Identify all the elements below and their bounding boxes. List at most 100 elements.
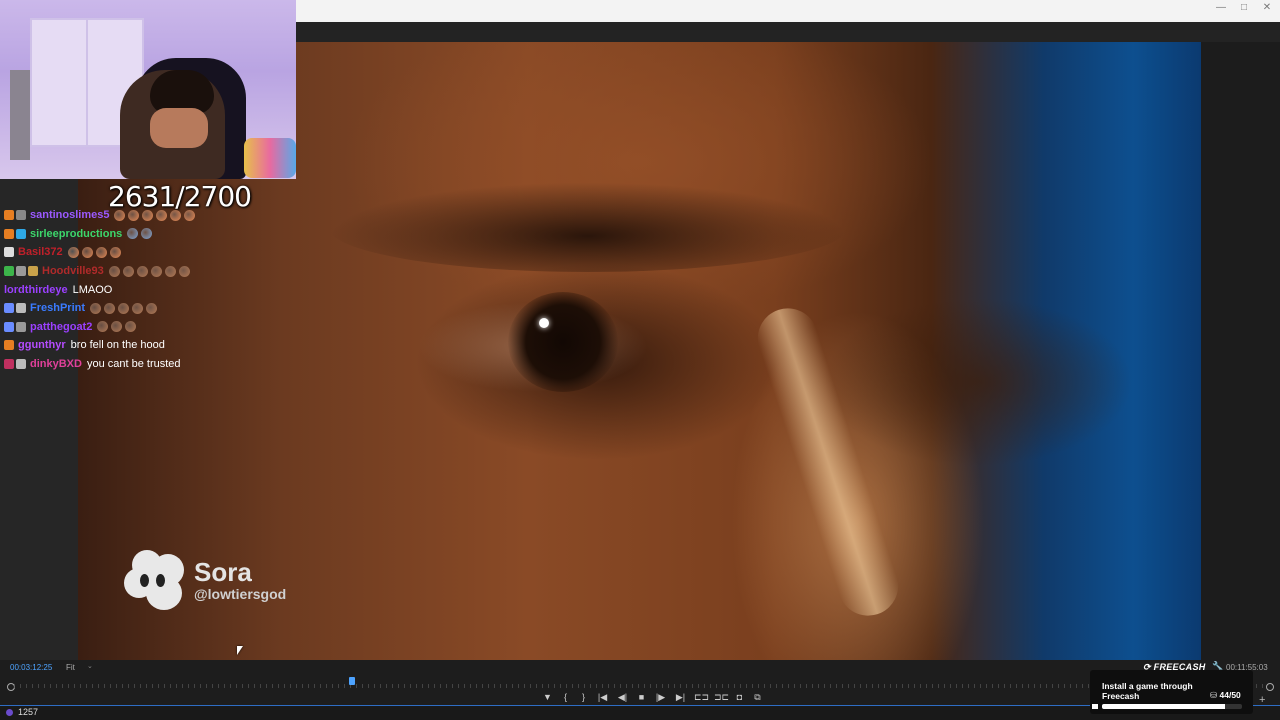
mark-out-button[interactable]: } [578, 692, 589, 703]
chat-message: dinkyBXD you cant be trusted [4, 355, 304, 374]
freecash-count: ⛁ 44/50 [1210, 690, 1241, 701]
chat-username[interactable]: Hoodville93 [42, 265, 104, 277]
go-to-out-button[interactable]: ▶| [674, 692, 687, 703]
sora-watermark: Sora @lowtiersgod [124, 550, 286, 610]
emote-icon [136, 265, 148, 277]
freecash-title: Install a game through Freecash [1102, 681, 1193, 701]
chat-username[interactable]: lordthirdeye [4, 284, 68, 296]
freecash-progress-fill [1102, 704, 1226, 709]
chat-badges [4, 359, 26, 370]
insert-button[interactable]: ⊏⊐ [694, 692, 709, 703]
emote-icon [170, 209, 182, 221]
webcam-streamer-hand [150, 108, 208, 148]
emote-icon [125, 321, 137, 333]
mouse-cursor-icon [237, 646, 243, 655]
zoom-select[interactable]: Fit [66, 663, 75, 672]
chat-message: patthegoat2 [4, 318, 304, 337]
emote-icon [109, 246, 121, 258]
emote-icon [122, 265, 134, 277]
badge-icon [4, 210, 14, 221]
emote-icon [95, 246, 107, 258]
chat-username[interactable]: ggunthyr [18, 339, 66, 351]
chat-text: bro fell on the hood [70, 339, 165, 352]
sora-name: Sora [194, 557, 252, 587]
playhead[interactable] [348, 677, 355, 685]
time-ruler[interactable] [14, 684, 1264, 688]
chat-emotes [127, 228, 153, 240]
badge-icon [16, 210, 26, 221]
badge-icon [4, 321, 14, 332]
chat-text: you cant be trusted [86, 358, 181, 371]
window-titlebar [296, 0, 1280, 23]
chat-badges [4, 340, 14, 351]
chat-emotes [108, 265, 190, 277]
emote-icon [111, 321, 123, 333]
badge-icon [4, 247, 14, 258]
overwrite-button[interactable]: ⊐⊏ [714, 692, 729, 703]
status-icon [6, 709, 13, 716]
badge-icon [16, 303, 26, 314]
webcam-pillow [244, 138, 296, 178]
chat-username[interactable]: santinoslimes5 [30, 209, 109, 221]
emote-icon [90, 302, 102, 314]
export-frame-button[interactable]: ◘ [734, 692, 745, 703]
current-timecode[interactable]: 00:03:12:25 [10, 663, 52, 672]
button-editor-button[interactable]: ⧉ [752, 692, 763, 703]
chat-username[interactable]: FreshPrint [30, 302, 85, 314]
chat-emotes [114, 209, 196, 221]
chat-badges [4, 266, 38, 277]
chat-emotes [97, 321, 137, 333]
emote-icon [184, 209, 196, 221]
badge-icon [4, 228, 14, 239]
chat-username[interactable]: sirleeproductions [30, 228, 122, 240]
close-button[interactable]: ✕ [1256, 2, 1278, 13]
status-bar [0, 706, 1280, 720]
chat-badges [4, 228, 26, 239]
chat-username[interactable]: patthegoat2 [30, 321, 92, 333]
mark-in-button[interactable]: { [560, 692, 571, 703]
emote-icon [146, 302, 158, 314]
video-brow-shadow [328, 182, 848, 272]
badge-icon [16, 266, 26, 277]
chat-username[interactable]: dinkyBXD [30, 358, 82, 370]
emote-icon [67, 246, 79, 258]
emote-icon [141, 228, 153, 240]
chat-message: Hoodville93 [4, 262, 304, 281]
freecash-progress [1102, 704, 1242, 709]
badge-icon [4, 303, 14, 314]
chat-message: Basil372 [4, 243, 304, 262]
chat-badges [4, 303, 26, 314]
emote-icon [114, 209, 126, 221]
chevron-down-icon[interactable]: ⌄ [87, 662, 93, 670]
coins-icon: ⛁ [1210, 690, 1218, 700]
chat-username[interactable]: Basil372 [18, 246, 63, 258]
freecash-count-value: 44/50 [1219, 690, 1241, 700]
emote-icon [132, 302, 144, 314]
chat-message: ggunthyr bro fell on the hood [4, 336, 304, 355]
emote-icon [104, 302, 116, 314]
go-to-in-button[interactable]: |◀ [596, 692, 609, 703]
chat-badges [4, 210, 26, 221]
minimize-button[interactable]: — [1210, 2, 1232, 13]
step-back-button[interactable]: ◀| [616, 692, 629, 703]
stop-button[interactable]: ■ [636, 692, 647, 703]
webcam-cat-tree [10, 70, 30, 160]
chat-message: lordthirdeye LMAOO [4, 280, 304, 299]
add-marker-button[interactable]: ▼ [542, 692, 553, 703]
step-forward-button[interactable]: |▶ [654, 692, 667, 703]
video-nose-highlight [750, 300, 906, 624]
chat-message: sirleeproductions [4, 225, 304, 244]
badge-icon [16, 359, 26, 370]
badge-icon [28, 266, 38, 277]
emote-icon [97, 321, 109, 333]
transport-controls: ▼ {} |◀ ◀| ■ |▶ ▶| ⊏⊐ ⊐⊏ ◘ ⧉ [542, 692, 763, 703]
zoom-handle-right[interactable] [1266, 683, 1274, 691]
sora-logo-icon [124, 550, 186, 610]
emote-icon [178, 265, 190, 277]
emote-icon [128, 209, 140, 221]
emote-icon [81, 246, 93, 258]
maximize-button[interactable]: □ [1233, 2, 1255, 13]
viewer-count: 1257 [18, 707, 39, 717]
emote-icon [150, 265, 162, 277]
chat-text: LMAOO [72, 283, 113, 296]
